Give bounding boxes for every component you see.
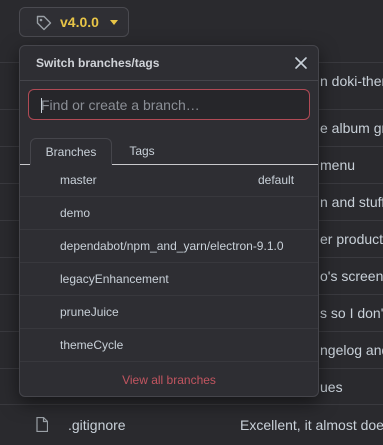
file-name[interactable]: .gitignore — [68, 405, 126, 445]
commit-message[interactable]: n and stuff — [320, 184, 383, 221]
commit-message[interactable]: e album gro — [320, 110, 383, 147]
branch-item-legacyenhancement[interactable]: legacyEnhancement — [20, 263, 318, 296]
commit-message[interactable]: ues — [320, 369, 343, 406]
default-badge: default — [258, 173, 295, 187]
commit-message[interactable]: menu — [320, 147, 355, 184]
branch-name: demo — [60, 206, 91, 220]
file-row-gitignore[interactable]: .gitignore Excellent, it almost doe — [0, 404, 383, 445]
branch-search-field[interactable] — [28, 89, 310, 120]
branch-item-themecycle[interactable]: themeCycle — [20, 329, 318, 362]
view-all-branches-link[interactable]: View all branches — [122, 373, 216, 387]
text-cursor — [41, 98, 42, 113]
dropdown-footer: View all branches — [20, 364, 318, 396]
branch-switcher-dropdown: Switch branches/tags Branches Tags maste… — [19, 45, 319, 397]
branch-item-demo[interactable]: demo — [20, 197, 318, 230]
branch-item-prunejuice[interactable]: pruneJuice — [20, 296, 318, 329]
branch-search-input[interactable] — [29, 90, 309, 119]
commit-message[interactable]: er products — [320, 221, 383, 258]
branch-name: master — [60, 173, 97, 187]
commit-message[interactable]: n doki-them — [320, 63, 383, 100]
file-icon — [36, 417, 48, 432]
branch-item-dependabot[interactable]: dependabot/npm_and_yarn/electron-9.1.0 — [20, 230, 318, 263]
branch-tag-tabs: Branches Tags — [20, 138, 318, 165]
branch-select-label: v4.0.0 — [60, 14, 99, 30]
branch-name: legacyEnhancement — [60, 272, 169, 286]
dropdown-title: Switch branches/tags — [36, 56, 160, 70]
close-icon[interactable] — [294, 56, 308, 70]
tab-branches[interactable]: Branches — [30, 138, 112, 165]
tag-icon — [36, 15, 52, 31]
branch-item-master[interactable]: master default — [20, 164, 318, 197]
commit-message[interactable]: Excellent, it almost doe — [240, 405, 383, 445]
branch-name: pruneJuice — [60, 305, 119, 319]
commit-message[interactable]: o's screens — [320, 258, 383, 295]
branch-name: dependabot/npm_and_yarn/electron-9.1.0 — [60, 239, 284, 253]
commit-message[interactable]: ngelog and — [320, 332, 383, 369]
commit-message[interactable]: s so I don't — [320, 295, 383, 332]
chevron-down-icon — [110, 20, 118, 25]
dropdown-header: Switch branches/tags — [20, 46, 318, 81]
tab-tags[interactable]: Tags — [112, 138, 172, 164]
branch-name: themeCycle — [60, 338, 124, 352]
branch-select-button[interactable]: v4.0.0 — [19, 7, 129, 37]
